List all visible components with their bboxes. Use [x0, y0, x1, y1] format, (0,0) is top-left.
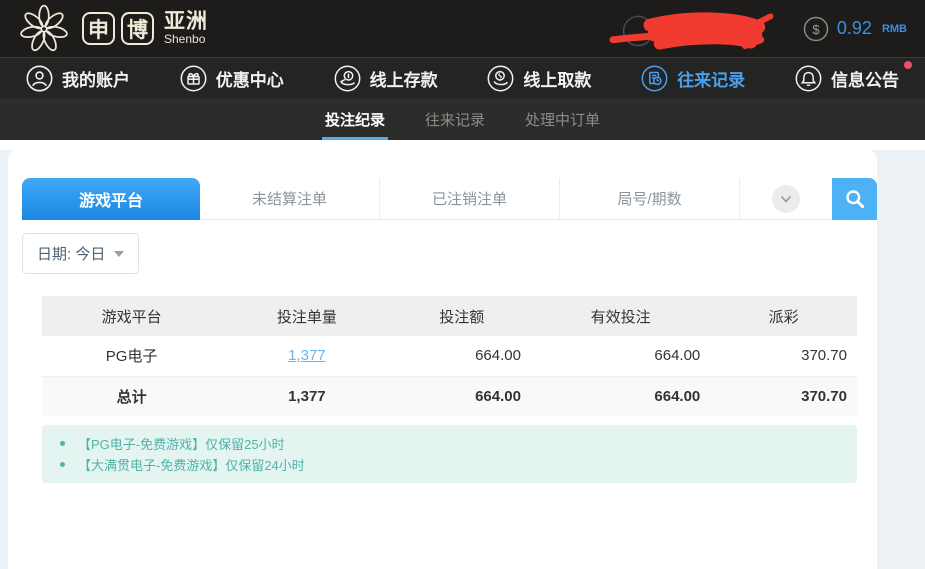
bet-count-link[interactable]: 1,377 [288, 347, 326, 364]
cell-payout: 370.70 [710, 336, 857, 376]
subtab-label: 投注纪录 [325, 109, 385, 130]
nav-label: 往来记录 [677, 66, 745, 91]
chevron-down-icon [778, 191, 794, 207]
total-label: 总计 [42, 376, 221, 416]
tab-unsettled-bets[interactable]: 未结算注单 [200, 178, 380, 220]
content-card: 游戏平台 未结算注单 已注销注单 局号/期数 [8, 150, 877, 569]
nav-item-records[interactable]: 往来记录 [641, 65, 745, 92]
nav-item-withdraw[interactable]: 线上取款 [487, 65, 591, 92]
flower-logo-icon [18, 3, 70, 55]
records-icon [641, 65, 668, 92]
search-icon [844, 188, 866, 210]
header-bet-count: 投注单量 [221, 296, 392, 336]
date-filter-label: 日期: 今日 [37, 243, 105, 264]
subtab-label: 往来记录 [425, 109, 485, 130]
bet-summary-table-wrap: 游戏平台 投注单量 投注额 有效投注 派彩 PG电子 1,377 664.00 [42, 296, 857, 416]
cell-platform: PG电子 [42, 336, 221, 376]
nav-item-promotions[interactable]: 优惠中心 [180, 65, 284, 92]
date-filter-dropdown[interactable]: 日期: 今日 [22, 233, 139, 274]
bullet-dot [60, 441, 65, 446]
brand-latin-label: Shenbo [164, 33, 208, 46]
tab-label: 已注销注单 [432, 188, 507, 209]
total-bet-count: 1,377 [221, 376, 392, 416]
notice-text: 【PG电子-免费游戏】仅保留25小时 [78, 434, 285, 453]
table-row: PG电子 1,377 664.00 664.00 370.70 [42, 336, 857, 376]
date-filter-row: 日期: 今日 [22, 233, 863, 274]
table-total-row: 总计 1,377 664.00 664.00 370.70 [42, 376, 857, 416]
logo-box-shen: 申 [82, 12, 115, 45]
tab-label: 局号/期数 [617, 188, 681, 209]
cell-bet-count: 1,377 [221, 336, 392, 376]
nav-label: 线上取款 [523, 66, 591, 91]
total-payout: 370.70 [710, 376, 857, 416]
notice-text: 【大满贯电子-免费游戏】仅保留24小时 [78, 455, 305, 474]
subtab-betting-records[interactable]: 投注纪录 [322, 98, 388, 140]
record-subtabs: 投注纪录 往来记录 处理中订单 [0, 98, 925, 140]
main-nav: 我的账户 优惠中心 线上存款 线上取款 [0, 57, 925, 98]
tab-label: 游戏平台 [79, 187, 143, 211]
total-bet-amount: 664.00 [392, 376, 531, 416]
nav-label: 我的账户 [62, 66, 130, 91]
subtab-transaction-records[interactable]: 往来记录 [422, 98, 488, 140]
bet-summary-table: 游戏平台 投注单量 投注额 有效投注 派彩 PG电子 1,377 664.00 [42, 296, 857, 416]
more-tabs-dropdown[interactable] [740, 178, 832, 220]
account-balance[interactable]: $ 0.92 RMB [803, 16, 907, 42]
redacted-username-scribble [609, 8, 789, 54]
total-valid-bet: 664.00 [531, 376, 710, 416]
nav-label: 优惠中心 [216, 66, 284, 91]
logo-box-bo: 博 [121, 12, 154, 45]
deposit-icon [334, 65, 361, 92]
balance-amount: 0.92 [837, 18, 872, 39]
brand-logo[interactable]: 申 博 亚洲 Shenbo [18, 3, 208, 55]
page-background: 游戏平台 未结算注单 已注销注单 局号/期数 [0, 150, 925, 569]
search-button[interactable] [832, 178, 877, 220]
nav-item-announcements[interactable]: 信息公告 [795, 65, 899, 92]
brand-text: 亚洲 Shenbo [164, 11, 208, 46]
balance-currency-label: RMB [882, 23, 907, 35]
spacer [0, 140, 925, 150]
header-game-platform: 游戏平台 [42, 296, 221, 336]
active-tab-underline [322, 137, 388, 140]
nav-item-deposit[interactable]: 线上存款 [334, 65, 438, 92]
brand-region-label: 亚洲 [164, 11, 208, 33]
header-bet-amount: 投注额 [392, 296, 531, 336]
filter-tabs-row: 游戏平台 未结算注单 已注销注单 局号/期数 [22, 178, 877, 220]
header-valid-bet: 有效投注 [531, 296, 710, 336]
subtab-label: 处理中订单 [525, 109, 600, 130]
notification-badge-dot [904, 61, 912, 69]
logo-character-boxes: 申 博 [82, 12, 154, 45]
bell-icon [795, 65, 822, 92]
tab-game-platform[interactable]: 游戏平台 [22, 178, 200, 220]
tab-label: 未结算注单 [252, 188, 327, 209]
notice-line: 【大满贯电子-免费游戏】仅保留24小时 [60, 454, 839, 475]
dollar-circle-icon: $ [803, 16, 829, 42]
caret-down-icon [114, 251, 124, 257]
subtab-pending-orders[interactable]: 处理中订单 [522, 98, 603, 140]
withdraw-icon [487, 65, 514, 92]
top-bar: 申 博 亚洲 Shenbo $ 0.92 RMB [0, 0, 925, 57]
tab-round-number[interactable]: 局号/期数 [560, 178, 740, 220]
table-header-row: 游戏平台 投注单量 投注额 有效投注 派彩 [42, 296, 857, 336]
nav-label: 信息公告 [831, 66, 899, 91]
dollar-glyph: $ [812, 22, 820, 37]
header-payout: 派彩 [710, 296, 857, 336]
cell-bet-amount: 664.00 [392, 336, 531, 376]
gift-icon [180, 65, 207, 92]
bullet-dot [60, 462, 65, 467]
user-icon [26, 65, 53, 92]
nav-item-my-account[interactable]: 我的账户 [26, 65, 130, 92]
top-bar-right: $ 0.92 RMB [609, 6, 907, 52]
tab-cancelled-bets[interactable]: 已注销注单 [380, 178, 560, 220]
notice-box: 【PG电子-免费游戏】仅保留25小时 【大满贯电子-免费游戏】仅保留24小时 [42, 425, 857, 483]
chevron-circle [772, 185, 800, 213]
cell-valid-bet: 664.00 [531, 336, 710, 376]
nav-label: 线上存款 [370, 66, 438, 91]
notice-line: 【PG电子-免费游戏】仅保留25小时 [60, 433, 839, 454]
